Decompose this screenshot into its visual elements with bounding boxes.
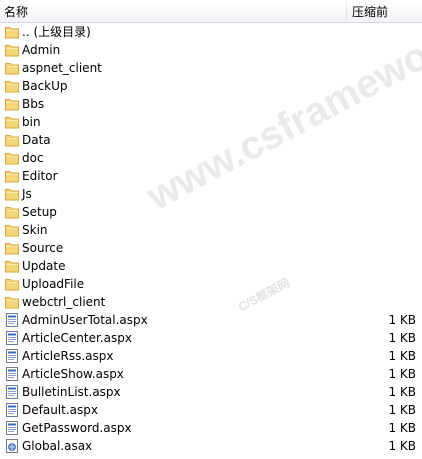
file-size: 1 KB	[388, 403, 416, 417]
folder-row[interactable]: BackUp	[0, 77, 422, 95]
file-list: .. (上级目录) Admin aspnet_client BackUp Bbs bin D…	[0, 23, 422, 455]
folder-name: Editor	[22, 169, 58, 183]
aspx-file-icon	[4, 312, 20, 328]
folder-name: Data	[22, 133, 51, 147]
file-size: 1 KB	[388, 313, 416, 327]
column-header-size[interactable]: 压缩前	[352, 3, 388, 20]
file-row[interactable]: Global.asax 1 KB	[0, 437, 422, 455]
folder-icon	[4, 276, 20, 292]
folder-icon	[4, 96, 20, 112]
folder-name: Update	[22, 259, 66, 273]
folder-name: bin	[22, 115, 41, 129]
folder-row[interactable]: Setup	[0, 203, 422, 221]
file-name: GetPassword.aspx	[22, 421, 132, 435]
file-row[interactable]: BulletinList.aspx 1 KB	[0, 383, 422, 401]
column-divider[interactable]	[346, 2, 347, 20]
folder-icon	[4, 258, 20, 274]
aspx-file-icon	[4, 384, 20, 400]
file-size: 1 KB	[388, 331, 416, 345]
file-name: ArticleShow.aspx	[22, 367, 124, 381]
folder-name: Admin	[22, 43, 61, 57]
folder-row[interactable]: bin	[0, 113, 422, 131]
folder-icon	[4, 24, 20, 40]
folder-name: Skin	[22, 223, 48, 237]
file-size: 1 KB	[388, 421, 416, 435]
folder-name: Js	[22, 187, 32, 201]
aspx-file-icon	[4, 366, 20, 382]
folder-row[interactable]: Update	[0, 257, 422, 275]
file-size: 1 KB	[388, 349, 416, 363]
folder-icon	[4, 60, 20, 76]
folder-name: aspnet_client	[22, 61, 102, 75]
folder-name: Setup	[22, 205, 57, 219]
folder-name: webctrl_client	[22, 295, 106, 309]
folder-row[interactable]: .. (上级目录)	[0, 23, 422, 41]
folder-row[interactable]: Js	[0, 185, 422, 203]
folder-row[interactable]: Editor	[0, 167, 422, 185]
aspx-file-icon	[4, 348, 20, 364]
folder-name: .. (上级目录)	[22, 25, 91, 39]
file-name: ArticleCenter.aspx	[22, 331, 132, 345]
asax-file-icon	[4, 438, 20, 454]
folder-icon	[4, 42, 20, 58]
aspx-file-icon	[4, 402, 20, 418]
folder-row[interactable]: Skin	[0, 221, 422, 239]
folder-name: UploadFile	[22, 277, 85, 291]
file-name: ArticleRss.aspx	[22, 349, 114, 363]
column-header: 名称 压缩前	[0, 0, 422, 23]
folder-row[interactable]: Bbs	[0, 95, 422, 113]
file-name: Global.asax	[22, 439, 93, 453]
folder-name: Source	[22, 241, 64, 255]
file-row[interactable]: ArticleRss.aspx 1 KB	[0, 347, 422, 365]
folder-icon	[4, 186, 20, 202]
folder-row[interactable]: UploadFile	[0, 275, 422, 293]
folder-row[interactable]: webctrl_client	[0, 293, 422, 311]
file-row[interactable]: ArticleShow.aspx 1 KB	[0, 365, 422, 383]
folder-icon	[4, 150, 20, 166]
aspx-file-icon	[4, 330, 20, 346]
folder-row[interactable]: Data	[0, 131, 422, 149]
file-row[interactable]: AdminUserTotal.aspx 1 KB	[0, 311, 422, 329]
folder-icon	[4, 168, 20, 184]
file-name: BulletinList.aspx	[22, 385, 121, 399]
folder-icon	[4, 204, 20, 220]
folder-icon	[4, 132, 20, 148]
file-row[interactable]: GetPassword.aspx 1 KB	[0, 419, 422, 437]
folder-icon	[4, 240, 20, 256]
folder-icon	[4, 222, 20, 238]
file-size: 1 KB	[388, 439, 416, 453]
folder-name: doc	[22, 151, 44, 165]
folder-row[interactable]: aspnet_client	[0, 59, 422, 77]
folder-row[interactable]: Source	[0, 239, 422, 257]
file-name: AdminUserTotal.aspx	[22, 313, 148, 327]
aspx-file-icon	[4, 420, 20, 436]
folder-icon	[4, 78, 20, 94]
folder-row[interactable]: doc	[0, 149, 422, 167]
folder-icon	[4, 114, 20, 130]
file-row[interactable]: Default.aspx 1 KB	[0, 401, 422, 419]
column-header-name[interactable]: 名称	[4, 3, 28, 20]
file-name: Default.aspx	[22, 403, 98, 417]
file-row[interactable]: ArticleCenter.aspx 1 KB	[0, 329, 422, 347]
folder-row[interactable]: Admin	[0, 41, 422, 59]
file-size: 1 KB	[388, 367, 416, 381]
file-size: 1 KB	[388, 385, 416, 399]
folder-name: BackUp	[22, 79, 68, 93]
folder-icon	[4, 294, 20, 310]
folder-name: Bbs	[22, 97, 45, 111]
